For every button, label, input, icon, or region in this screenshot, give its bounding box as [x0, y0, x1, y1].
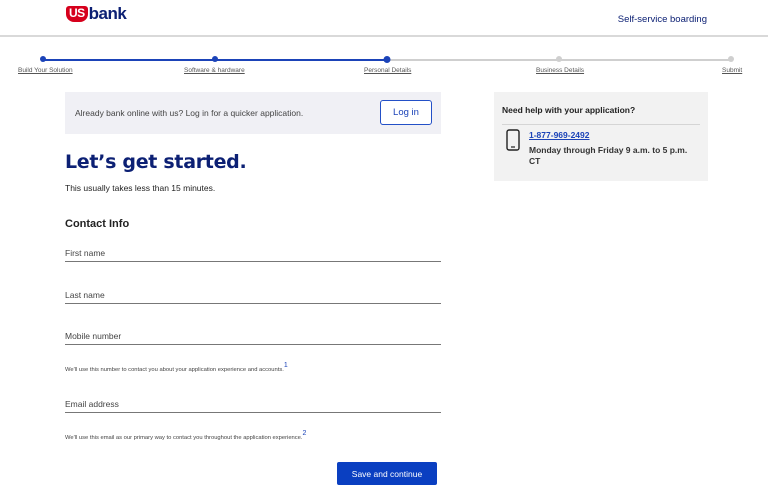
step-business-details[interactable]: Business Details: [536, 67, 584, 74]
logo-bank-text: bank: [88, 4, 127, 23]
footnote-ref-2[interactable]: 2: [303, 430, 307, 437]
page-title: Let’s get started.: [65, 151, 247, 173]
login-banner: Already bank online with us? Log in for …: [65, 92, 441, 134]
step-dot-software-hardware: [212, 56, 218, 62]
last-name-field[interactable]: Last name: [65, 290, 441, 304]
first-name-field[interactable]: First name: [65, 248, 441, 262]
mobile-number-hint-text: We'll use this number to contact you abo…: [65, 367, 284, 373]
step-dot-business-details: [556, 56, 562, 62]
step-dot-personal-details: [383, 56, 391, 63]
help-phone-link[interactable]: 1-877-969-2492: [529, 130, 590, 140]
first-name-input[interactable]: [65, 248, 441, 261]
email-address-hint-text: We'll use this email as our primary way …: [65, 435, 303, 441]
email-address-field[interactable]: Email address: [65, 399, 441, 413]
save-and-continue-button[interactable]: Save and continue: [337, 462, 437, 485]
page-header: US bank Self-service boarding: [0, 0, 768, 37]
last-name-input[interactable]: [65, 290, 441, 303]
step-personal-details[interactable]: Personal Details: [364, 67, 411, 74]
logo-us-mark: US: [66, 5, 88, 22]
login-banner-text: Already bank online with us? Log in for …: [75, 108, 304, 118]
email-address-input[interactable]: [65, 399, 441, 412]
progress-stepper: Build Your Solution Software & hardware …: [0, 52, 768, 78]
help-hours: Monday through Friday 9 a.m. to 5 p.m. C…: [529, 145, 688, 166]
footnote-ref-1[interactable]: 1: [284, 362, 288, 369]
usbank-logo[interactable]: US bank: [66, 4, 127, 23]
step-dot-build-your-solution: [40, 56, 46, 62]
step-dot-submit: [728, 56, 734, 62]
step-software-hardware[interactable]: Software & hardware: [184, 67, 245, 74]
mobile-number-input[interactable]: [65, 331, 441, 344]
log-in-button[interactable]: Log in: [380, 100, 432, 125]
self-service-boarding-link[interactable]: Self-service boarding: [618, 14, 707, 25]
mobile-number-field[interactable]: Mobile number: [65, 331, 441, 345]
email-address-hint: We'll use this email as our primary way …: [65, 430, 306, 441]
phone-icon: [506, 129, 520, 151]
step-build-your-solution[interactable]: Build Your Solution: [18, 67, 73, 74]
contact-info-heading: Contact Info: [65, 218, 130, 230]
help-card-divider: [502, 124, 700, 125]
mobile-number-hint: We'll use this number to contact you abo…: [65, 362, 288, 373]
step-submit[interactable]: Submit: [722, 67, 742, 74]
help-card-title: Need help with your application?: [502, 105, 636, 115]
page-subtitle: This usually takes less than 15 minutes.: [65, 183, 216, 193]
help-card: Need help with your application? 1-877-9…: [494, 92, 708, 181]
